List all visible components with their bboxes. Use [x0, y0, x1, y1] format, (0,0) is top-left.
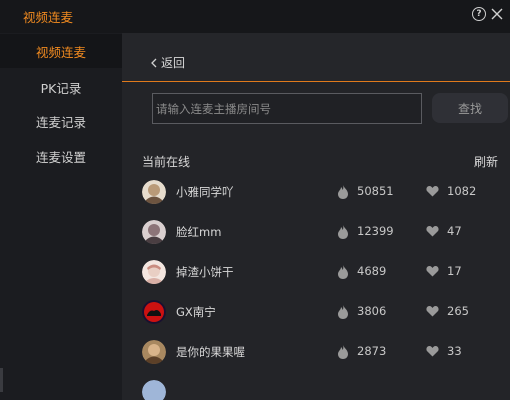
back-button[interactable]: 返回	[150, 54, 185, 71]
list-item[interactable]: GX南宁 3806 265	[122, 293, 510, 333]
window-title: 视频连麦	[23, 10, 74, 25]
heat-value: 3806	[357, 304, 387, 318]
user-name: GX南宁	[176, 305, 216, 319]
heart-icon	[426, 226, 439, 237]
likes-value: 33	[447, 344, 462, 358]
heat-value: 4689	[357, 264, 387, 278]
sidebar-item-link-records[interactable]: 连麦记录	[0, 104, 122, 138]
avatar	[142, 180, 166, 204]
sidebar: 视频连麦 PK记录 连麦记录 连麦设置	[0, 33, 122, 400]
fire-icon	[338, 305, 348, 319]
likes-value: 1082	[447, 184, 477, 198]
sidebar-item-video-link[interactable]: 视频连麦	[0, 34, 122, 68]
heat-value: 50851	[357, 184, 394, 198]
avatar	[142, 300, 166, 324]
heart-icon	[426, 186, 439, 197]
sidebar-item-label: PK记录	[40, 80, 82, 96]
list-item[interactable]: 小雅同学吖 50851 1082	[122, 173, 510, 213]
fire-icon	[338, 265, 348, 279]
avatar	[142, 380, 166, 400]
refresh-button[interactable]: 刷新	[474, 153, 498, 170]
question-circle-icon[interactable]: ?	[472, 7, 486, 21]
fire-icon	[338, 185, 348, 199]
user-name: 掉渣小饼干	[176, 265, 234, 279]
sidebar-item-link-settings[interactable]: 连麦设置	[0, 139, 122, 173]
sidebar-item-label: 连麦记录	[35, 114, 86, 130]
likes-value: 17	[447, 264, 462, 278]
chevron-left-icon	[151, 58, 157, 67]
back-label: 返回	[161, 56, 186, 70]
sidebar-item-label: 连麦设置	[35, 149, 86, 165]
scrollbar[interactable]	[0, 368, 3, 392]
main-panel: 返回 查找 当前在线 刷新 小雅同学吖 50851 1082 脸红mm 1239…	[122, 33, 510, 400]
likes-value: 265	[447, 304, 469, 318]
user-name: 小雅同学吖	[176, 185, 234, 199]
fire-icon	[338, 225, 348, 239]
fire-icon	[338, 345, 348, 359]
avatar	[142, 340, 166, 364]
heart-icon	[426, 306, 439, 317]
likes-value: 47	[447, 224, 462, 238]
avatar	[142, 260, 166, 284]
online-user-list: 小雅同学吖 50851 1082 脸红mm 12399 47 掉渣小饼干 468…	[122, 173, 510, 400]
user-name: 脸红mm	[176, 225, 222, 239]
close-icon[interactable]	[490, 7, 504, 21]
main-header: 返回	[122, 33, 510, 82]
room-number-input[interactable]	[152, 93, 422, 124]
online-label: 当前在线	[142, 155, 191, 169]
heat-value: 2873	[357, 344, 387, 358]
search-button[interactable]: 查找	[432, 93, 508, 123]
heart-icon	[426, 346, 439, 357]
user-name: 是你的果果喔	[176, 345, 245, 359]
heart-icon	[426, 266, 439, 277]
list-item[interactable]: 是你的果果喔 2873 33	[122, 333, 510, 373]
list-item[interactable]: 掉渣小饼干 4689 17	[122, 253, 510, 293]
list-item-partial[interactable]	[122, 373, 510, 400]
sidebar-item-pk-records[interactable]: PK记录	[0, 70, 122, 104]
sidebar-item-label: 视频连麦	[35, 44, 86, 60]
avatar	[142, 220, 166, 244]
heat-value: 12399	[357, 224, 394, 238]
list-item[interactable]: 脸红mm 12399 47	[122, 213, 510, 253]
title-bar: 视频连麦 ?	[0, 0, 510, 33]
